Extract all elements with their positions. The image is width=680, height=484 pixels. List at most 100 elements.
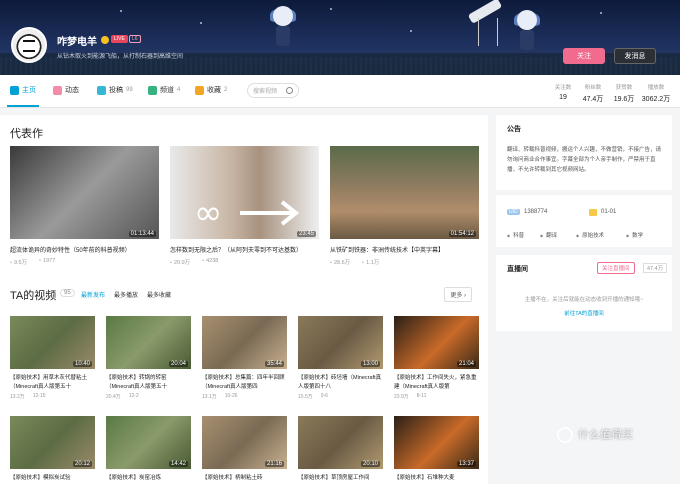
search-input[interactable]: 搜索视频	[247, 83, 299, 98]
birthday-icon	[589, 209, 597, 216]
active-tab-underline	[7, 105, 39, 107]
video-thumbnail[interactable]: 20:04	[106, 316, 191, 369]
video-card[interactable]: 20:12 【原始技术】模拟炭试验	[10, 416, 95, 484]
video-card[interactable]: 13:37 【原始技术】石堆种大麦	[394, 416, 479, 484]
profile-nav: 主页 动态 投稿 99 频道 4 收藏 2 搜索视频 关注数 19 粉丝数 47…	[0, 75, 680, 108]
video-card[interactable]: 14:42 【原始技术】炭窑冶炼	[106, 416, 191, 484]
representative-card[interactable]: 01:13:44 超流体诡异的奇妙特性（50年前的科普视频） 9.5万1977	[10, 146, 159, 266]
play-count: 23.9万	[394, 394, 409, 400]
videos-title: TA的视频	[10, 290, 57, 302]
level-badge: L6	[129, 35, 141, 43]
live-badge: LIVE	[111, 35, 128, 43]
tab-home[interactable]: 主页	[10, 85, 36, 95]
sort-most-favorited[interactable]: 最多收藏	[147, 290, 171, 299]
video-title[interactable]: 怎样数到无限之后？（从阿列夫零到不可达基数）	[170, 245, 319, 254]
profile-banner: 咋梦电羊 LIVE L6 从钻木取火到能源飞船，从打制石器到高维空间 关注 发消…	[0, 0, 680, 75]
videos-header: TA的视频 95 最新发布 最多播放 最多收藏 更多 ›	[10, 287, 480, 303]
video-card[interactable]: 20:10 【原始技术】草顶房屋工作间	[298, 416, 383, 484]
search-icon[interactable]	[286, 87, 293, 94]
video-thumbnail[interactable]: 20:10	[298, 416, 383, 469]
video-thumbnail[interactable]: 01:13:44	[10, 146, 159, 239]
user-info-panel: UID 1388774 01-01 科普 翻译 原始技术 数学	[496, 195, 672, 247]
representative-card[interactable]: 01:54:12 从铁矿到铁器：非洲传统技术【中英字幕】 28.6万1.1万	[330, 146, 479, 266]
tab-uploads[interactable]: 投稿 99	[97, 85, 133, 95]
video-thumbnail[interactable]: 01:54:12	[330, 146, 479, 239]
follow-button[interactable]: 关注	[563, 48, 605, 64]
uid-value: 1388774	[524, 209, 548, 215]
verified-icon	[101, 36, 109, 44]
watermark-icon	[557, 427, 573, 443]
video-title[interactable]: 【原始技术】柄制粘土砖	[202, 474, 287, 484]
video-title[interactable]: 【原始技术】石堆种大麦	[394, 474, 479, 484]
upload-date: 10-26	[224, 393, 238, 399]
more-button[interactable]: 更多 ›	[444, 287, 472, 302]
mascot-illustration	[512, 10, 542, 58]
play-count: 15.5万	[298, 394, 313, 400]
play-count: 13.1万	[202, 394, 217, 400]
message-button[interactable]: 发消息	[614, 48, 656, 64]
video-card[interactable]: 21:04 【原始技术】工作间失火，紧急重建（Minecraft真人版第 23.9万…	[394, 316, 479, 400]
live-room-link[interactable]: 前往TA的直播间	[496, 309, 672, 317]
star-icon	[195, 85, 204, 95]
video-thumbnail[interactable]: ∞ 23:45	[170, 146, 319, 239]
video-thumbnail[interactable]: 20:12	[10, 416, 95, 469]
follow-live-button[interactable]: 关注直播间	[597, 262, 635, 274]
user-tag[interactable]: 科普	[507, 231, 524, 239]
user-tag[interactable]: 数学	[626, 231, 643, 239]
tab-favorites[interactable]: 收藏 2	[195, 85, 227, 95]
tab-channels[interactable]: 频道 4	[148, 85, 180, 95]
notice-panel: 公告 翻译、转载科普视频，搬运个人兴趣，不做营销，不接广告，请勿询问商业合作事宜…	[496, 115, 672, 190]
video-title[interactable]: 【原始技术】砖坯墙（Minecraft真人版第四十八	[298, 374, 383, 392]
video-title[interactable]: 【原始技术】草顶房屋工作间	[298, 474, 383, 484]
home-icon	[10, 85, 19, 95]
video-thumbnail[interactable]: 14:42	[106, 416, 191, 469]
video-card[interactable]: 20:04 【原始技术】转锅的转窑（Minecraft真人版第五十 20.4万 12-…	[106, 316, 191, 400]
avatar[interactable]	[11, 27, 47, 63]
video-card[interactable]: 10:40 【原始技术】用草木灰代替粘土（Minecraft真人版第五十 13.2万…	[10, 316, 95, 400]
video-title[interactable]: 【原始技术】用草木灰代替粘土（Minecraft真人版第五十	[10, 374, 95, 392]
video-thumbnail[interactable]: 21:04	[394, 316, 479, 369]
upload-date: 12-2	[128, 393, 139, 399]
user-tag[interactable]: 原始技术	[576, 231, 604, 239]
upload-date: 8-11	[416, 393, 427, 399]
live-offline-message: 主播不在，关注后就能在动态收到开播的通知哦~	[524, 297, 644, 303]
video-title[interactable]: 【原始技术】工作间失火，紧急重建（Minecraft真人版第	[394, 374, 479, 392]
play-count: 20.4万	[106, 394, 121, 400]
watermark: 什么值得买	[578, 429, 633, 441]
live-title: 直播间	[507, 266, 528, 273]
stat-following[interactable]: 关注数 19	[548, 83, 578, 101]
stat-plays: 播放数 3062.2万	[641, 85, 671, 103]
stat-fans[interactable]: 粉丝数 47.4万	[578, 83, 608, 104]
tripod-illustration	[478, 18, 498, 46]
representative-card[interactable]: ∞ 23:45 怎样数到无限之后？（从阿列夫零到不可达基数） 20.9万4238	[170, 146, 319, 266]
live-follow-count: 47.4万	[643, 263, 668, 273]
sort-latest[interactable]: 最新发布	[81, 290, 105, 299]
video-title[interactable]: 【原始技术】炭窑冶炼	[106, 474, 191, 484]
upload-date: 9-6	[320, 393, 328, 399]
sort-most-played[interactable]: 最多播放	[114, 290, 138, 299]
dynamic-icon	[53, 85, 62, 95]
mascot-illustration	[268, 6, 298, 54]
video-card[interactable]: 35:44 【原始技术】总集篇：四年半回顾（Minecraft真人版第四 13.1万…	[202, 316, 287, 400]
video-title[interactable]: 【原始技术】总集篇：四年半回顾（Minecraft真人版第四	[202, 374, 287, 392]
notice-title: 公告	[507, 126, 521, 133]
video-card[interactable]: 13:00 【原始技术】砖坯墙（Minecraft真人版第四十八 15.5万 9-6	[298, 316, 383, 400]
tab-dynamic[interactable]: 动态	[53, 85, 79, 95]
videos-count: 95	[60, 289, 75, 297]
svg-text:∞: ∞	[194, 198, 222, 228]
video-thumbnail[interactable]: 21:16	[202, 416, 287, 469]
video-thumbnail[interactable]: 13:00	[298, 316, 383, 369]
video-title[interactable]: 超流体诡异的奇妙特性（50年前的科普视频）	[10, 245, 159, 254]
video-card[interactable]: 21:16 【原始技术】柄制粘土砖	[202, 416, 287, 484]
video-title[interactable]: 【原始技术】转锅的转窑（Minecraft真人版第五十	[106, 374, 191, 392]
video-title[interactable]: 从铁矿到铁器：非洲传统技术【中英字幕】	[330, 245, 479, 254]
video-icon	[97, 85, 106, 95]
video-title[interactable]: 【原始技术】模拟炭试验	[10, 474, 95, 484]
stat-likes: 获赞数 19.6万	[613, 85, 635, 103]
representative-title: 代表作	[10, 128, 43, 140]
channel-icon	[148, 85, 157, 95]
video-thumbnail[interactable]: 13:37	[394, 416, 479, 469]
video-thumbnail[interactable]: 10:40	[10, 316, 95, 369]
video-thumbnail[interactable]: 35:44	[202, 316, 287, 369]
user-tag[interactable]: 翻译	[540, 231, 557, 239]
